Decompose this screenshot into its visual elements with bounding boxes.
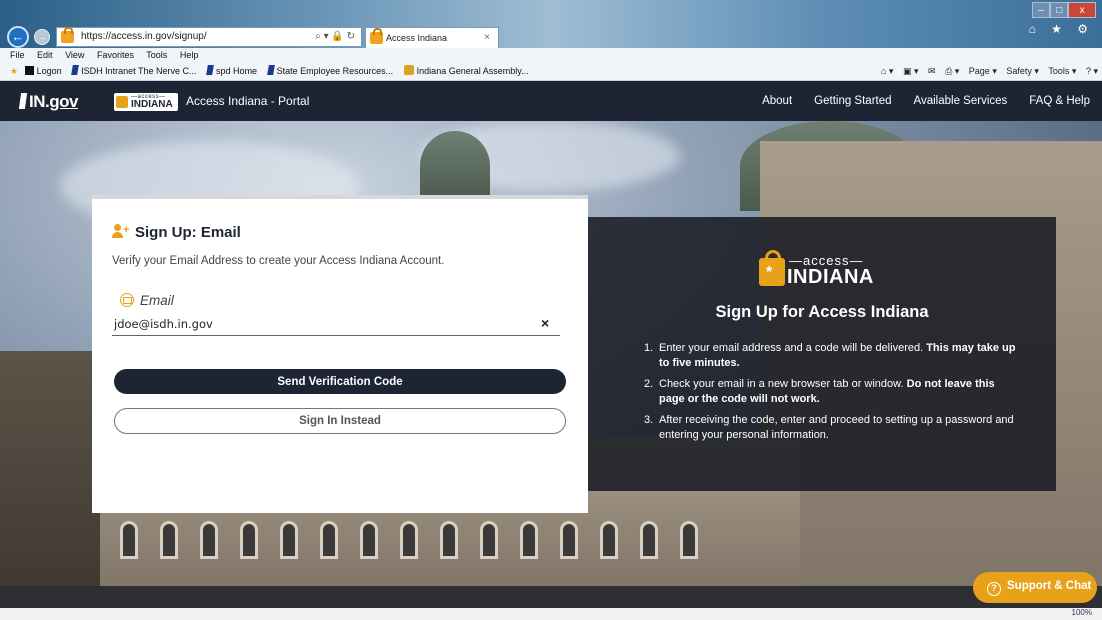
favorite-logon[interactable]: Logon: [24, 63, 62, 80]
address-bar[interactable]: https://access.in.gov/signup/ ⌕ ▾ 🔒 ↻: [56, 27, 362, 47]
card-subtitle: Verify your Email Address to create your…: [112, 255, 445, 267]
cmd-page[interactable]: Page ▾: [969, 66, 997, 76]
clear-input-icon[interactable]: ×: [541, 315, 549, 331]
send-verification-code-button[interactable]: Send Verification Code: [114, 369, 566, 394]
favorite-indiana-general-assembly[interactable]: Indiana General Assembly...: [403, 63, 529, 80]
window-controls: – □ x: [1032, 2, 1096, 18]
help-question-icon: ?: [987, 581, 1001, 596]
sign-up-info-panel: —access— INDIANA Sign Up for Access Indi…: [588, 217, 1056, 491]
cmd-tools[interactable]: Tools ▾: [1048, 66, 1076, 76]
tab-title: Access Indiana: [386, 33, 448, 43]
favorites-bar: ★ Logon ISDH Intranet The Nerve C... spd…: [0, 63, 1102, 81]
nav-getting-started[interactable]: Getting Started: [806, 81, 899, 121]
favorite-isdh-intranet[interactable]: ISDH Intranet The Nerve C...: [71, 63, 197, 80]
toolbar-home-favorites-settings-icons[interactable]: ⌂ ★ ⚙: [1029, 22, 1094, 36]
access-indiana-logo: —access— INDIANA: [759, 250, 885, 288]
forward-arrow-icon[interactable]: →: [34, 29, 50, 45]
background-dome: [420, 131, 490, 201]
nav-about[interactable]: About: [754, 81, 800, 121]
site-footer: [0, 586, 1102, 608]
minimize-button[interactable]: –: [1032, 2, 1051, 18]
menu-view[interactable]: View: [65, 50, 84, 60]
cmd-feeds[interactable]: ▣ ▾: [903, 66, 919, 76]
black-square-icon: [24, 66, 34, 75]
info-title: Sign Up for Access Indiana: [715, 303, 929, 321]
step-item: 3. After receiving the code, enter and p…: [644, 414, 1014, 441]
command-bar: ⌂ ▾ ▣ ▾ ✉ ⎙ ▾ Page ▾ Safety ▾ Tools ▾ ? …: [874, 63, 1098, 80]
menu-help[interactable]: Help: [180, 50, 199, 60]
browser-titlebar: ← → https://access.in.gov/signup/ ⌕ ▾ 🔒 …: [0, 0, 1102, 48]
lock-icon: [116, 96, 128, 108]
tab-close-icon[interactable]: ×: [484, 28, 490, 48]
zoom-level[interactable]: 100%: [1072, 608, 1092, 617]
state-favicon-icon: [266, 65, 275, 75]
background-building: [0, 351, 100, 601]
cmd-mail[interactable]: ✉: [928, 66, 936, 76]
seal-favicon-icon: [403, 65, 414, 75]
menu-bar: File Edit View Favorites Tools Help: [0, 48, 1102, 63]
background-windows: [120, 521, 698, 559]
envelope-icon: [120, 293, 134, 307]
portal-title[interactable]: Access Indiana - Portal: [186, 94, 309, 108]
indiana-state-icon: [18, 93, 28, 109]
state-favicon-icon: [71, 65, 80, 75]
menu-tools[interactable]: Tools: [146, 50, 167, 60]
window-close-button[interactable]: x: [1068, 2, 1096, 18]
site-header: IN.gov —access— INDIANA Access Indiana -…: [0, 81, 1102, 121]
address-url: https://access.in.gov/signup/: [81, 31, 207, 42]
menu-favorites[interactable]: Favorites: [97, 50, 134, 60]
card-title: + Sign Up: Email: [112, 224, 241, 241]
lock-icon: [759, 250, 785, 286]
address-controls[interactable]: ⌕ ▾ 🔒 ↻: [315, 28, 355, 46]
cmd-print[interactable]: ⎙ ▾: [945, 66, 959, 76]
cmd-safety[interactable]: Safety ▾: [1006, 66, 1039, 76]
sign-up-card: + Sign Up: Email Verify your Email Addres…: [92, 195, 588, 513]
step-item: 1. Enter your email address and a code w…: [644, 342, 1016, 369]
sign-up-steps: 1. Enter your email address and a code w…: [644, 341, 1016, 449]
state-favicon-icon: [206, 65, 214, 75]
access-indiana-badge[interactable]: —access— INDIANA: [114, 93, 178, 111]
menu-file[interactable]: File: [10, 50, 25, 60]
status-bar: 100%: [0, 608, 1102, 620]
favorite-spd-home[interactable]: spd Home: [206, 63, 257, 80]
cmd-home[interactable]: ⌂ ▾: [881, 66, 893, 76]
step-item: 2. Check your email in a new browser tab…: [644, 378, 995, 405]
site-viewport: 100% IN.gov —access— INDIANA Access Indi…: [0, 81, 1102, 620]
cmd-help[interactable]: ? ▾: [1086, 66, 1098, 76]
support-chat-button[interactable]: ? Support & Chat: [973, 572, 1097, 603]
in-gov-logo[interactable]: IN.gov: [18, 92, 78, 112]
nav-faq-help[interactable]: FAQ & Help: [1021, 81, 1098, 121]
favorites-star-icon[interactable]: ★: [10, 66, 18, 76]
email-label: Email: [120, 293, 174, 308]
add-user-icon: +: [112, 224, 130, 238]
favorite-state-employee-resources[interactable]: State Employee Resources...: [266, 63, 393, 80]
lock-icon: [61, 27, 74, 43]
menu-edit[interactable]: Edit: [37, 50, 53, 60]
browser-tab[interactable]: Access Indiana ×: [365, 27, 499, 48]
tab-lock-icon: [370, 28, 383, 44]
site-nav-links: About Getting Started Available Services…: [748, 81, 1098, 121]
back-arrow-icon[interactable]: ←: [7, 26, 29, 48]
maximize-button[interactable]: □: [1050, 2, 1069, 18]
email-field[interactable]: [112, 312, 560, 336]
sign-in-instead-button[interactable]: Sign In Instead: [114, 408, 566, 434]
nav-available-services[interactable]: Available Services: [906, 81, 1016, 121]
